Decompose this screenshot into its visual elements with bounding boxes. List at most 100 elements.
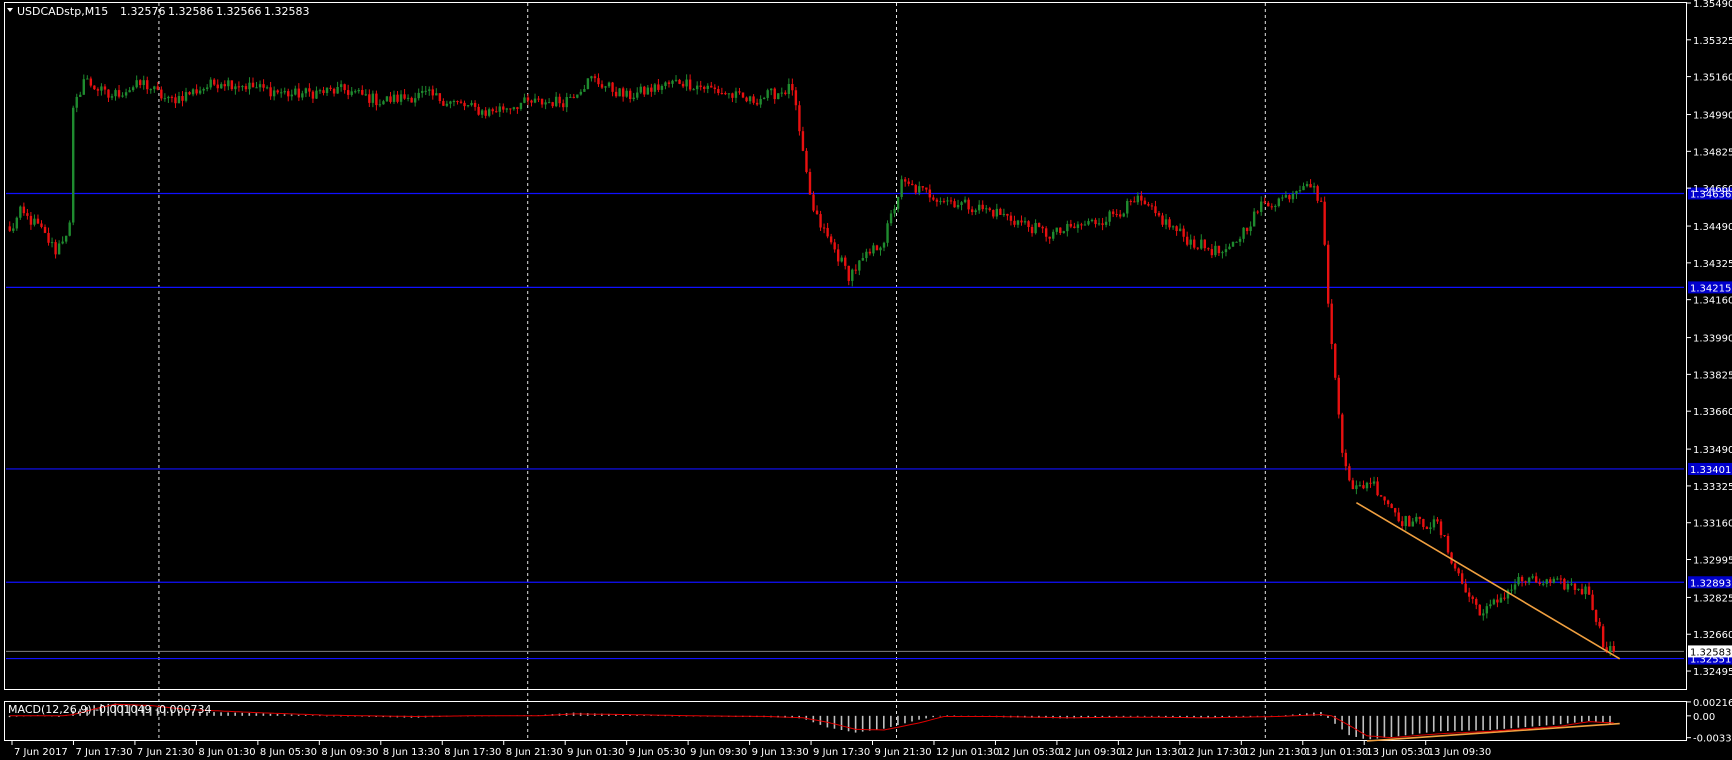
candle-body — [466, 105, 470, 107]
candle-body — [1376, 481, 1379, 496]
candle-body — [480, 110, 484, 115]
candle-body — [357, 90, 360, 92]
candle-body — [882, 242, 886, 248]
current-price-label: 1.32583 — [1690, 647, 1731, 658]
macd-histogram-bar — [1468, 715, 1470, 731]
candle-body — [301, 93, 304, 98]
candle-body — [1542, 583, 1545, 585]
macd-histogram-bar — [1320, 711, 1322, 716]
candle — [1316, 184, 1319, 204]
candle-body — [1312, 186, 1316, 188]
candle-body — [297, 88, 301, 98]
candle-body — [502, 106, 505, 110]
candle-body — [1252, 211, 1256, 227]
candle-body — [805, 150, 808, 173]
price-tick-label: 1.33990 — [1693, 334, 1732, 345]
macd-histogram-bar — [1482, 715, 1484, 731]
macd-histogram-bar — [290, 714, 293, 716]
candle-body — [794, 90, 798, 106]
macd-histogram-bar — [1404, 715, 1407, 736]
candle-body — [1432, 519, 1436, 528]
candle-body — [128, 90, 131, 93]
candle-body — [29, 215, 33, 225]
candle-body — [1249, 226, 1252, 232]
candle-body — [787, 83, 791, 95]
candle-body — [1041, 226, 1044, 229]
candle-body — [417, 92, 420, 99]
candle-body — [688, 79, 692, 90]
macd-histogram-bar — [1432, 715, 1435, 732]
candle-body — [1147, 204, 1150, 206]
candle-body — [332, 88, 336, 94]
trading-chart[interactable]: 1.346361.342151.334011.328931.325511.325… — [0, 0, 1732, 760]
candle-body — [445, 103, 449, 106]
candle-body — [762, 97, 766, 99]
candle-body — [1076, 224, 1080, 228]
candle-body — [1119, 214, 1122, 217]
candle-body — [1263, 201, 1266, 203]
candle-body — [311, 91, 315, 99]
macd-histogram-bar — [854, 715, 857, 733]
macd-histogram-bar — [276, 714, 279, 716]
candle — [1601, 623, 1605, 649]
candle-body — [1295, 191, 1298, 194]
candle-body — [932, 197, 935, 200]
candle-body — [650, 87, 653, 92]
candle-body — [191, 89, 195, 95]
candle-body — [213, 79, 216, 85]
candle-body — [343, 84, 346, 91]
macd-histogram-bar — [1165, 715, 1167, 717]
candle-body — [1284, 195, 1288, 198]
price-tick-label: 1.32660 — [1693, 630, 1732, 641]
price-tick-label: 1.34325 — [1693, 259, 1732, 270]
candle-body — [678, 79, 681, 84]
macd-histogram-bar — [283, 714, 286, 716]
candle-body — [1337, 377, 1340, 415]
candle-body — [435, 93, 438, 96]
candle-body — [36, 218, 40, 224]
candle-body — [921, 186, 924, 188]
candle-body — [244, 86, 248, 90]
candle-body — [1020, 220, 1023, 223]
candle-body — [1573, 583, 1577, 590]
candle-body — [1182, 228, 1185, 237]
candle-body — [977, 204, 981, 211]
macd-histogram-bar — [911, 715, 913, 722]
candle-body — [1210, 249, 1214, 256]
candle-body — [403, 94, 406, 99]
candle-body — [1453, 563, 1457, 569]
candle-body — [389, 96, 392, 102]
candle-body — [770, 88, 773, 91]
candle-body — [1178, 228, 1182, 232]
ohlc-open: 1.32576 — [120, 5, 166, 18]
candle-body — [223, 84, 227, 87]
price-tick-label: 1.34160 — [1693, 296, 1732, 307]
candle-body — [262, 84, 265, 88]
candle-body — [1157, 213, 1161, 216]
candle-body — [1538, 582, 1541, 584]
candle-body — [1080, 224, 1083, 226]
candle-body — [170, 96, 174, 98]
candle-body — [1379, 495, 1383, 497]
candle-body — [861, 258, 865, 261]
candle-body — [1203, 239, 1207, 249]
candle-body — [174, 97, 177, 104]
macd-histogram-bar — [1559, 715, 1562, 725]
candle-body — [195, 89, 198, 94]
candle-body — [1460, 573, 1464, 584]
candle-body — [272, 90, 276, 97]
macd-histogram-bar — [897, 715, 899, 726]
candle-body — [1242, 227, 1245, 239]
candle-body — [618, 88, 621, 97]
candle-body — [392, 94, 396, 102]
price-tick-label: 1.33490 — [1693, 445, 1732, 456]
candle-body — [477, 106, 480, 115]
candle-body — [815, 210, 819, 215]
candle-body — [255, 87, 258, 89]
macd-histogram-bar — [1157, 715, 1160, 717]
time-tick-label: 9 Jun 01:30 — [567, 747, 624, 758]
candle-body — [237, 86, 241, 88]
time-tick-label: 12 Jun 21:30 — [1243, 747, 1307, 758]
candle-body — [43, 226, 47, 233]
candle-body — [1270, 206, 1273, 208]
